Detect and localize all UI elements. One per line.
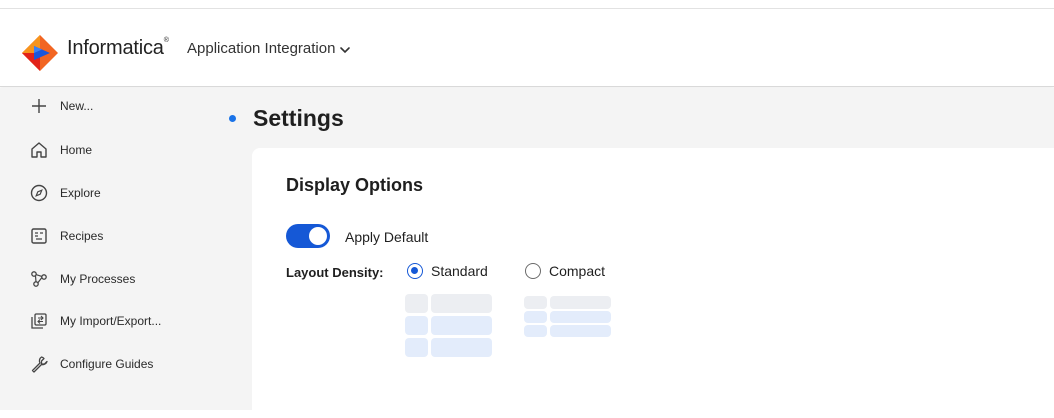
preview-cell bbox=[550, 311, 611, 323]
sidebar: New... Home Explore Recipes My Processes… bbox=[0, 88, 205, 410]
sidebar-item-configure-guides[interactable]: Configure Guides bbox=[28, 350, 153, 378]
preview-cell bbox=[524, 296, 547, 309]
app-switcher[interactable]: Application Integration bbox=[187, 40, 351, 57]
standard-density-preview bbox=[405, 294, 495, 360]
sidebar-item-my-import-export[interactable]: My Import/Export... bbox=[28, 307, 161, 335]
display-options-card: Display Options Apply Default Layout Den… bbox=[252, 148, 1054, 418]
sidebar-item-label: Explore bbox=[60, 186, 101, 200]
apply-default-label: Apply Default bbox=[345, 229, 429, 245]
sidebar-item-explore[interactable]: Explore bbox=[28, 179, 101, 207]
recipe-icon bbox=[28, 225, 50, 247]
radio-label: Standard bbox=[431, 263, 488, 279]
preview-cell bbox=[524, 311, 547, 323]
preview-cell bbox=[431, 294, 492, 313]
card-title: Display Options bbox=[286, 175, 424, 195]
app-switcher-label: Application Integration bbox=[187, 40, 336, 57]
preview-cell bbox=[550, 296, 611, 309]
preview-cell bbox=[431, 338, 492, 357]
sidebar-item-my-processes[interactable]: My Processes bbox=[28, 265, 135, 293]
title-indicator-dot bbox=[229, 115, 236, 122]
sidebar-item-recipes[interactable]: Recipes bbox=[28, 222, 103, 250]
process-icon bbox=[28, 268, 50, 290]
brand-name: Informatica® bbox=[67, 37, 169, 59]
preview-cell bbox=[405, 294, 428, 313]
radio-label: Compact bbox=[549, 263, 606, 279]
chevron-down-icon bbox=[340, 46, 351, 53]
sidebar-item-label: Configure Guides bbox=[60, 357, 154, 371]
layout-density-label: Layout Density: bbox=[286, 265, 384, 280]
plus-icon bbox=[28, 95, 50, 117]
sidebar-item-label: Recipes bbox=[60, 229, 104, 243]
radio-circle bbox=[525, 263, 541, 279]
informatica-logo-icon bbox=[22, 35, 58, 71]
apply-default-toggle[interactable] bbox=[286, 224, 330, 248]
density-standard-radio[interactable]: Standard bbox=[407, 261, 488, 281]
sidebar-item-label: My Import/Export... bbox=[60, 314, 162, 328]
page-title: Settings bbox=[253, 105, 344, 131]
home-icon bbox=[28, 139, 50, 161]
density-compact-radio[interactable]: Compact bbox=[525, 261, 605, 281]
preview-cell bbox=[550, 325, 611, 337]
app-header: Informatica® Application Integration bbox=[0, 9, 1054, 87]
preview-cell bbox=[524, 325, 547, 337]
wrench-icon bbox=[28, 353, 50, 375]
toggle-knob bbox=[309, 227, 327, 245]
compact-density-preview bbox=[524, 296, 614, 342]
compass-icon bbox=[28, 182, 50, 204]
preview-cell bbox=[405, 316, 428, 335]
main-content: Settings Display Options Apply Default L… bbox=[205, 88, 1054, 418]
sidebar-item-label: New... bbox=[60, 99, 94, 113]
radio-circle bbox=[407, 263, 423, 279]
sidebar-item-home[interactable]: Home bbox=[28, 136, 92, 164]
preview-cell bbox=[405, 338, 428, 357]
sidebar-item-label: My Processes bbox=[60, 272, 136, 286]
import-export-icon bbox=[28, 310, 50, 332]
sidebar-item-new[interactable]: New... bbox=[28, 92, 93, 120]
sidebar-item-label: Home bbox=[60, 143, 93, 157]
preview-cell bbox=[431, 316, 492, 335]
